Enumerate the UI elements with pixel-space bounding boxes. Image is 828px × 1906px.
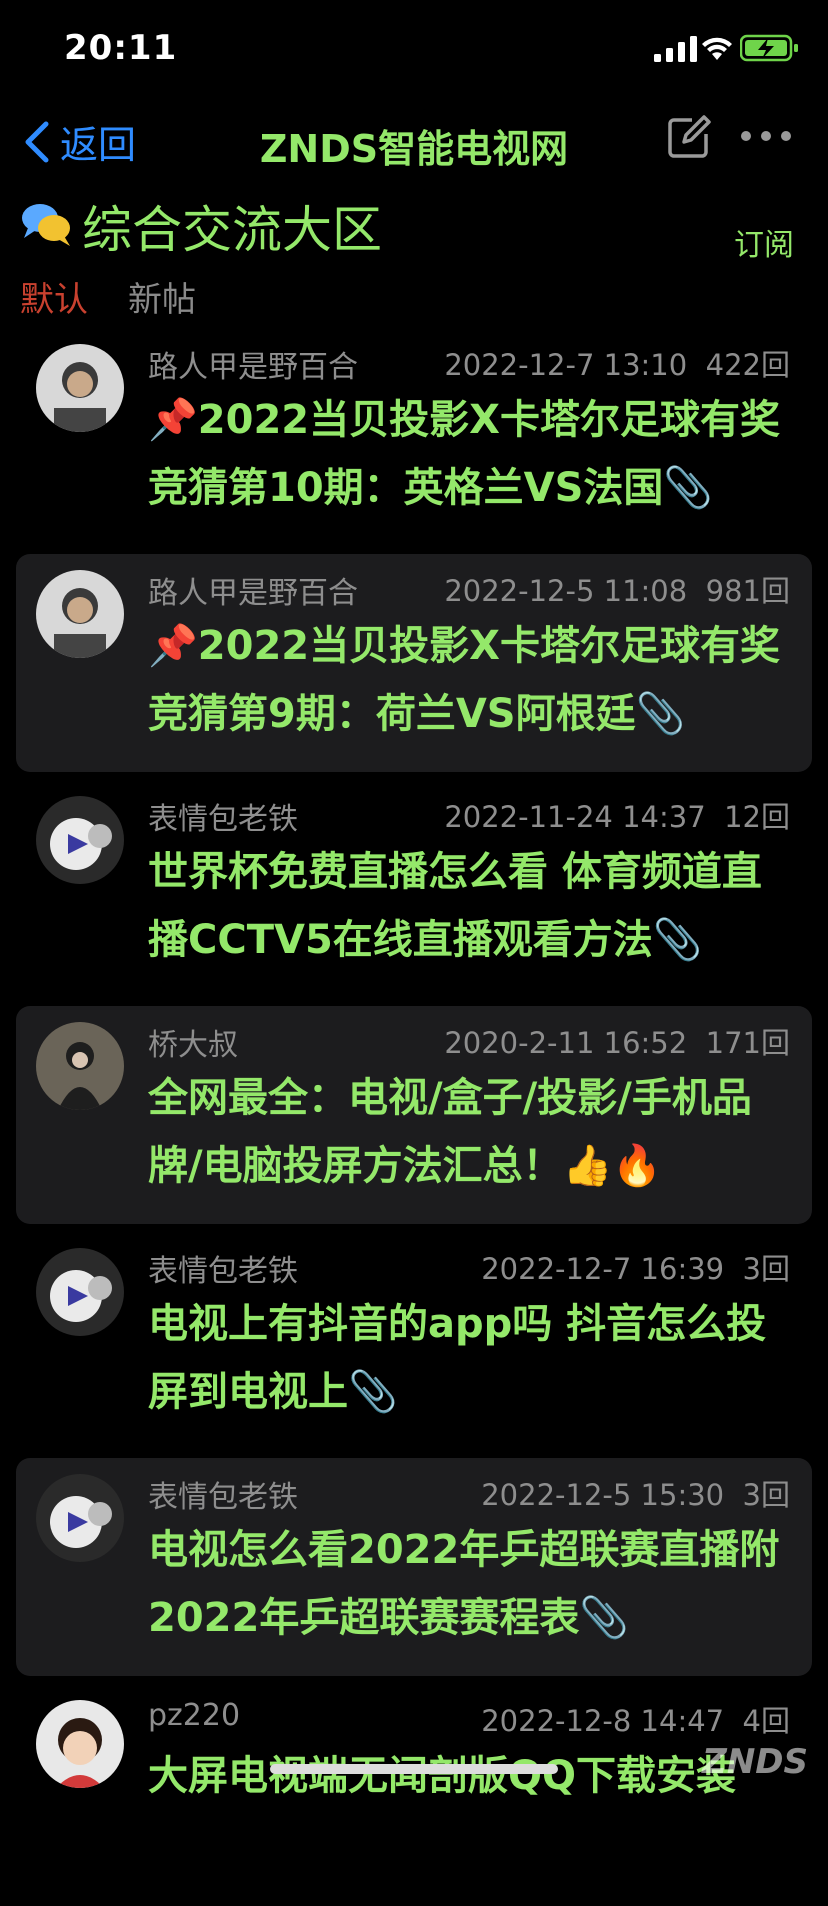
thread-replies: 3回 [742,1478,790,1512]
tab-new-posts[interactable]: 新帖 [128,272,196,321]
more-icon[interactable] [740,130,792,142]
thread-meta: 2022-12-5 11:08 981回 [444,568,790,610]
thread-date: 2022-12-8 14:47 [481,1704,725,1738]
thread-replies: 981回 [705,574,790,608]
thread-title[interactable]: 📌2022当贝投影X卡塔尔足球有奖竞猜第10期：英格兰VS法国📎 [148,386,794,522]
watermark-logo: ZNDS [702,1742,808,1782]
status-time: 20:11 [64,28,178,68]
thread-title[interactable]: 世界杯免费直播怎么看 体育频道直播CCTV5在线直播观看方法📎 [148,838,794,974]
thread-date: 2022-11-24 14:37 [444,800,706,834]
thread-meta: 2022-12-5 15:30 3回 [481,1472,790,1514]
thread-meta: 2022-11-24 14:37 12回 [444,794,790,836]
compose-icon[interactable] [666,114,712,160]
thread-replies: 4回 [742,1704,790,1738]
list-item[interactable]: 路人甲是野百合 2022-12-5 11:08 981回 📌2022当贝投影X卡… [0,550,828,776]
thread-author: 表情包老铁 [148,1254,298,1289]
list-item[interactable]: 表情包老铁 2022-12-7 16:39 3回 电视上有抖音的app吗 抖音怎… [0,1228,828,1454]
battery-charging-icon [740,34,798,62]
cellular-signal-icon [654,36,697,62]
thread-author: 表情包老铁 [148,1480,298,1515]
avatar [36,1474,124,1562]
forum-header: 综合交流大区 订阅 默认 新帖 [0,190,828,320]
thread-author: 路人甲是野百合 [148,576,358,611]
thread-meta: 2022-12-7 13:10 422回 [444,342,790,384]
avatar [36,796,124,884]
thread-title[interactable]: 电视上有抖音的app吗 抖音怎么投屏到电视上📎 [148,1290,794,1426]
list-item[interactable]: 路人甲是野百合 2022-12-7 13:10 422回 📌2022当贝投影X卡… [0,324,828,550]
thread-date: 2022-12-5 15:30 [481,1478,725,1512]
list-item[interactable]: 桥大叔 2020-2-11 16:52 171回 全网最全：电视/盒子/投影/手… [0,1002,828,1228]
thread-date: 2022-12-7 16:39 [481,1252,725,1286]
thread-author: 表情包老铁 [148,802,298,837]
thread-title[interactable]: 全网最全：电视/盒子/投影/手机品牌/电脑投屏方法汇总！👍🔥 [148,1064,794,1200]
thread-replies: 422回 [705,348,790,382]
thread-list: 路人甲是野百合 2022-12-7 13:10 422回 📌2022当贝投影X卡… [0,324,828,1906]
thread-title[interactable]: 电视怎么看2022年乒超联赛直播附2022年乒超联赛赛程表📎 [148,1516,794,1652]
list-item[interactable]: 表情包老铁 2022-12-5 15:30 3回 电视怎么看2022年乒超联赛直… [0,1454,828,1680]
thread-replies: 171回 [705,1026,790,1060]
thread-author: 路人甲是野百合 [148,350,358,385]
thread-author: 桥大叔 [148,1028,238,1063]
thread-meta: 2020-2-11 16:52 171回 [444,1020,790,1062]
avatar [36,1022,124,1110]
wifi-icon [702,37,732,60]
thread-title[interactable]: 📌2022当贝投影X卡塔尔足球有奖竞猜第9期：荷兰VS阿根廷📎 [148,612,794,748]
chat-bubbles-icon [22,204,70,246]
thread-title[interactable]: 大屏电视端无闻剖版QQ下载安装 [148,1742,794,1810]
navigation-bar: 返回 ZNDS智能电视网 [0,100,828,184]
thread-date: 2022-12-5 11:08 [444,574,688,608]
subscribe-button[interactable]: 订阅 [734,220,794,264]
avatar [36,570,124,658]
avatar [36,1248,124,1336]
tab-default[interactable]: 默认 [20,272,88,321]
home-indicator[interactable] [270,1764,558,1774]
thread-date: 2020-2-11 16:52 [444,1026,688,1060]
thread-meta: 2022-12-8 14:47 4回 [481,1698,790,1740]
thread-replies: 3回 [742,1252,790,1286]
sort-tabs: 默认 新帖 [20,272,196,321]
status-bar: 20:11 [0,0,828,100]
thread-replies: 12回 [724,800,790,834]
avatar [36,344,124,432]
list-item[interactable]: 表情包老铁 2022-11-24 14:37 12回 世界杯免费直播怎么看 体育… [0,776,828,1002]
list-item[interactable]: pz220 2022-12-8 14:47 4回 大屏电视端无闻剖版QQ下载安装 [0,1680,828,1906]
avatar [36,1700,124,1788]
thread-meta: 2022-12-7 16:39 3回 [481,1246,790,1288]
thread-date: 2022-12-7 13:10 [444,348,688,382]
thread-author: pz220 [148,1698,241,1733]
forum-name: 综合交流大区 [82,201,382,259]
